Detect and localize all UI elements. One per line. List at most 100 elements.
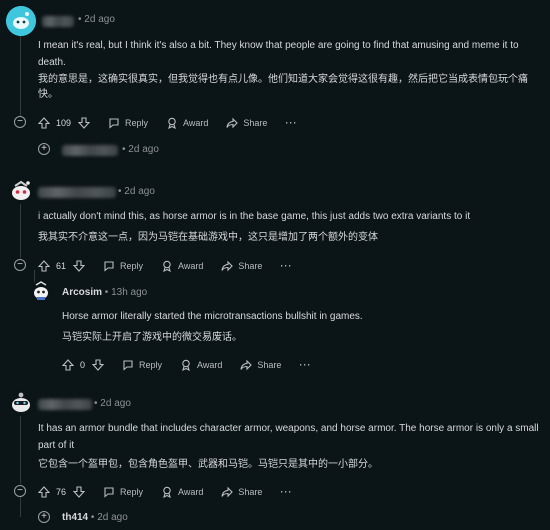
comment-meta: • 2d ago bbox=[118, 186, 155, 197]
more-options-button[interactable]: ··· bbox=[299, 360, 311, 370]
action-row: 109 Reply Award Share ··· bbox=[38, 115, 297, 131]
username-redacted[interactable] bbox=[62, 145, 118, 156]
share-icon bbox=[226, 117, 239, 129]
collapse-icon: − bbox=[17, 259, 23, 270]
separator-dot: • bbox=[118, 186, 122, 197]
separator-dot: • bbox=[122, 144, 126, 155]
separator-dot: • bbox=[78, 14, 82, 25]
award-button[interactable]: Award bbox=[161, 260, 203, 272]
share-label: Share bbox=[243, 118, 268, 128]
downvote-icon[interactable] bbox=[78, 117, 91, 129]
action-row: 0 Reply Award Share ··· bbox=[62, 357, 311, 373]
separator-dot: • bbox=[94, 398, 98, 409]
thread-line bbox=[20, 204, 21, 258]
share-button[interactable]: Share bbox=[221, 260, 262, 272]
avatar-snoo-icon bbox=[12, 180, 30, 200]
timestamp[interactable]: 2d ago bbox=[97, 512, 128, 523]
award-label: Award bbox=[197, 360, 223, 370]
vote-control: 61 bbox=[38, 260, 86, 272]
avatar[interactable] bbox=[6, 6, 36, 36]
separator-dot: • bbox=[90, 512, 95, 523]
vote-count: 76 bbox=[56, 487, 67, 497]
downvote-icon[interactable] bbox=[73, 260, 86, 272]
expand-button[interactable]: + bbox=[38, 511, 50, 523]
thread-line bbox=[20, 497, 21, 517]
username-redacted[interactable] bbox=[38, 187, 116, 198]
collapse-icon: − bbox=[17, 116, 23, 127]
comment-meta: • 2d ago bbox=[94, 398, 131, 409]
award-button[interactable]: Award bbox=[161, 486, 203, 498]
reply-label: Reply bbox=[120, 261, 144, 271]
vote-count: 0 bbox=[80, 360, 86, 370]
username-redacted[interactable] bbox=[42, 16, 74, 27]
reply-label: Reply bbox=[139, 360, 163, 370]
comment-meta: • 2d ago bbox=[122, 144, 159, 155]
share-button[interactable]: Share bbox=[240, 359, 281, 371]
timestamp[interactable]: 2d ago bbox=[84, 14, 115, 25]
reply-button[interactable]: Reply bbox=[103, 486, 143, 498]
avatar[interactable] bbox=[8, 178, 34, 204]
timestamp[interactable]: 2d ago bbox=[128, 144, 159, 155]
avatar[interactable] bbox=[8, 390, 34, 416]
expand-icon: + bbox=[41, 511, 47, 522]
upvote-icon[interactable] bbox=[38, 117, 50, 129]
comment-meta: Arcosim • 13h ago bbox=[62, 287, 147, 298]
reply-icon bbox=[104, 487, 114, 498]
comment-text-zh: 我其实不介意这一点，因为马铠在基础游戏中，这只是增加了两个额外的变体 bbox=[38, 232, 378, 243]
collapse-button[interactable]: − bbox=[14, 259, 26, 271]
vote-control: 109 bbox=[38, 117, 91, 129]
comment-text-en: I mean it's real, but I think it's also … bbox=[38, 40, 519, 68]
award-icon bbox=[163, 486, 171, 498]
expand-icon: + bbox=[41, 143, 47, 154]
vote-count: 109 bbox=[56, 118, 72, 128]
timestamp[interactable]: 2d ago bbox=[124, 186, 155, 197]
award-icon bbox=[163, 260, 171, 272]
share-label: Share bbox=[238, 487, 263, 497]
comment-text-zh: 它包含一个盔甲包，包含角色盔甲、武器和马铠。马铠只是其中的一小部分。 bbox=[38, 459, 378, 470]
share-icon bbox=[221, 486, 234, 498]
reply-label: Reply bbox=[125, 118, 149, 128]
comment-meta: th414 • 2d ago bbox=[62, 512, 128, 523]
upvote-icon[interactable] bbox=[38, 486, 50, 498]
thread-line bbox=[20, 32, 21, 116]
separator-dot: • bbox=[104, 287, 109, 298]
username[interactable]: th414 bbox=[62, 512, 88, 523]
reply-label: Reply bbox=[120, 487, 144, 497]
comment-text-en: It has an armor bundle that includes cha… bbox=[38, 423, 539, 451]
more-options-button[interactable]: ··· bbox=[280, 487, 292, 497]
comment-text-en: i actually don't mind this, as horse arm… bbox=[38, 211, 471, 222]
reply-icon bbox=[123, 360, 133, 371]
share-button[interactable]: Share bbox=[226, 117, 267, 129]
award-icon bbox=[168, 117, 176, 129]
collapse-icon: − bbox=[17, 485, 23, 496]
more-options-button[interactable]: ··· bbox=[285, 118, 297, 128]
avatar-snoo-icon bbox=[6, 6, 36, 36]
reply-icon bbox=[104, 261, 114, 272]
share-icon bbox=[240, 359, 253, 371]
reply-button[interactable]: Reply bbox=[122, 359, 162, 371]
username[interactable]: Arcosim bbox=[62, 287, 102, 298]
downvote-icon[interactable] bbox=[73, 486, 86, 498]
expand-button[interactable]: + bbox=[38, 143, 50, 155]
award-button[interactable]: Award bbox=[166, 117, 208, 129]
collapse-button[interactable]: − bbox=[14, 485, 26, 497]
share-label: Share bbox=[257, 360, 282, 370]
upvote-icon[interactable] bbox=[38, 260, 50, 272]
vote-control: 76 bbox=[38, 486, 86, 498]
share-label: Share bbox=[238, 261, 263, 271]
reply-button[interactable]: Reply bbox=[103, 260, 143, 272]
collapse-button[interactable]: − bbox=[14, 116, 26, 128]
avatar[interactable] bbox=[30, 280, 52, 302]
reply-icon bbox=[109, 118, 119, 129]
reply-button[interactable]: Reply bbox=[108, 117, 148, 129]
share-icon bbox=[221, 260, 234, 272]
vote-count: 61 bbox=[56, 261, 67, 271]
timestamp[interactable]: 2d ago bbox=[100, 398, 131, 409]
downvote-icon[interactable] bbox=[92, 359, 105, 371]
username-redacted[interactable] bbox=[38, 399, 92, 410]
more-options-button[interactable]: ··· bbox=[280, 261, 292, 271]
award-button[interactable]: Award bbox=[180, 359, 222, 371]
timestamp[interactable]: 13h ago bbox=[111, 287, 147, 298]
upvote-icon[interactable] bbox=[62, 359, 74, 371]
share-button[interactable]: Share bbox=[221, 486, 262, 498]
